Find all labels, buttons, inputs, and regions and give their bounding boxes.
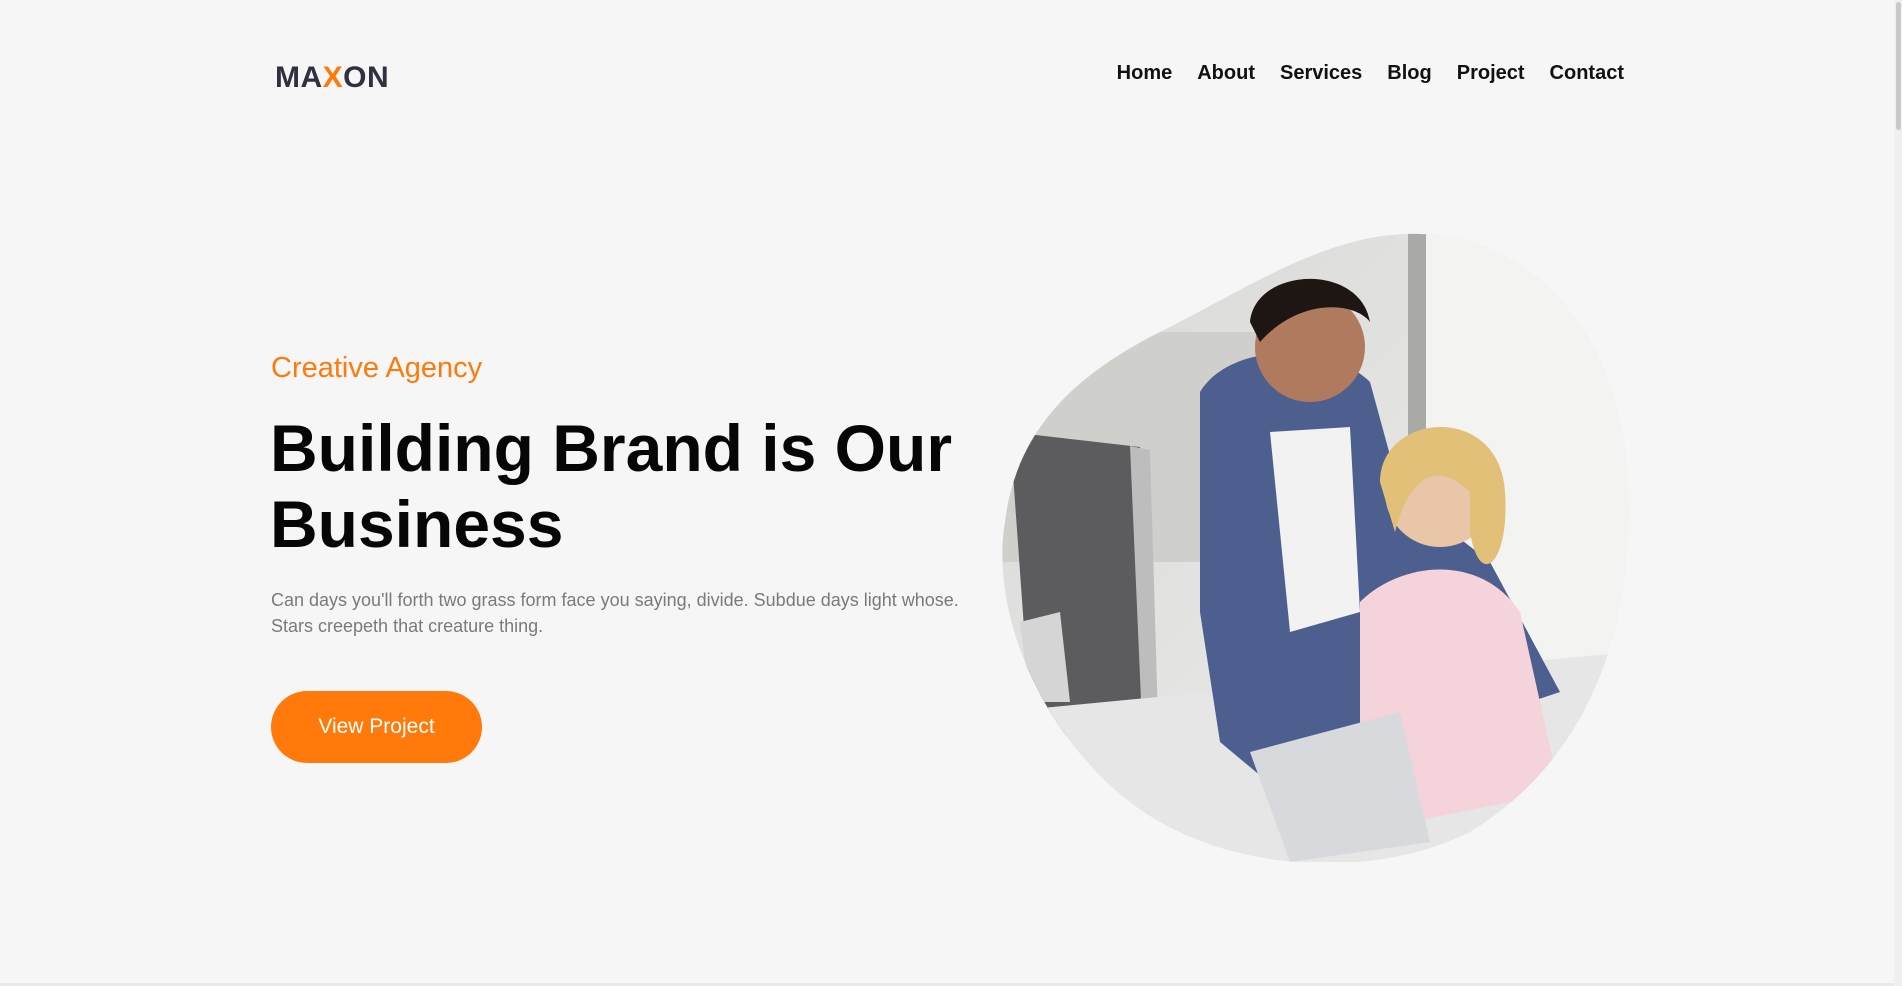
main-nav: Home About Services Blog Project Contact — [1117, 62, 1624, 85]
nav-project[interactable]: Project — [1457, 62, 1525, 85]
headline-line-1: Building Brand is Our — [270, 411, 953, 485]
page-scrollbar[interactable] — [1894, 0, 1902, 986]
nav-services[interactable]: Services — [1280, 62, 1362, 85]
view-project-button[interactable]: View Project — [271, 691, 482, 763]
hero-description: Can days you'll forth two grass form fac… — [271, 587, 971, 639]
landing-page: MAXON Home About Services Blog Project C… — [0, 0, 1902, 986]
logo-text-x: X — [322, 61, 344, 94]
brand-logo[interactable]: MAXON — [275, 61, 389, 95]
logo-text-2: ON — [343, 61, 390, 94]
hero-eyebrow: Creative Agency — [271, 352, 483, 384]
nav-about[interactable]: About — [1197, 62, 1255, 85]
hero-photo — [1002, 233, 1629, 862]
headline-line-2: Business — [270, 487, 564, 561]
logo-text-1: MA — [275, 61, 323, 94]
hero-headline: Building Brand is Our Business — [270, 410, 990, 562]
nav-home[interactable]: Home — [1117, 62, 1173, 85]
nav-blog[interactable]: Blog — [1387, 62, 1431, 85]
description-line-1: Can days you'll forth two grass form fac… — [271, 590, 959, 610]
scroll-thumb[interactable] — [1896, 2, 1901, 130]
description-line-2: Stars creepeth that creature thing. — [271, 616, 544, 636]
nav-contact[interactable]: Contact — [1550, 62, 1624, 85]
